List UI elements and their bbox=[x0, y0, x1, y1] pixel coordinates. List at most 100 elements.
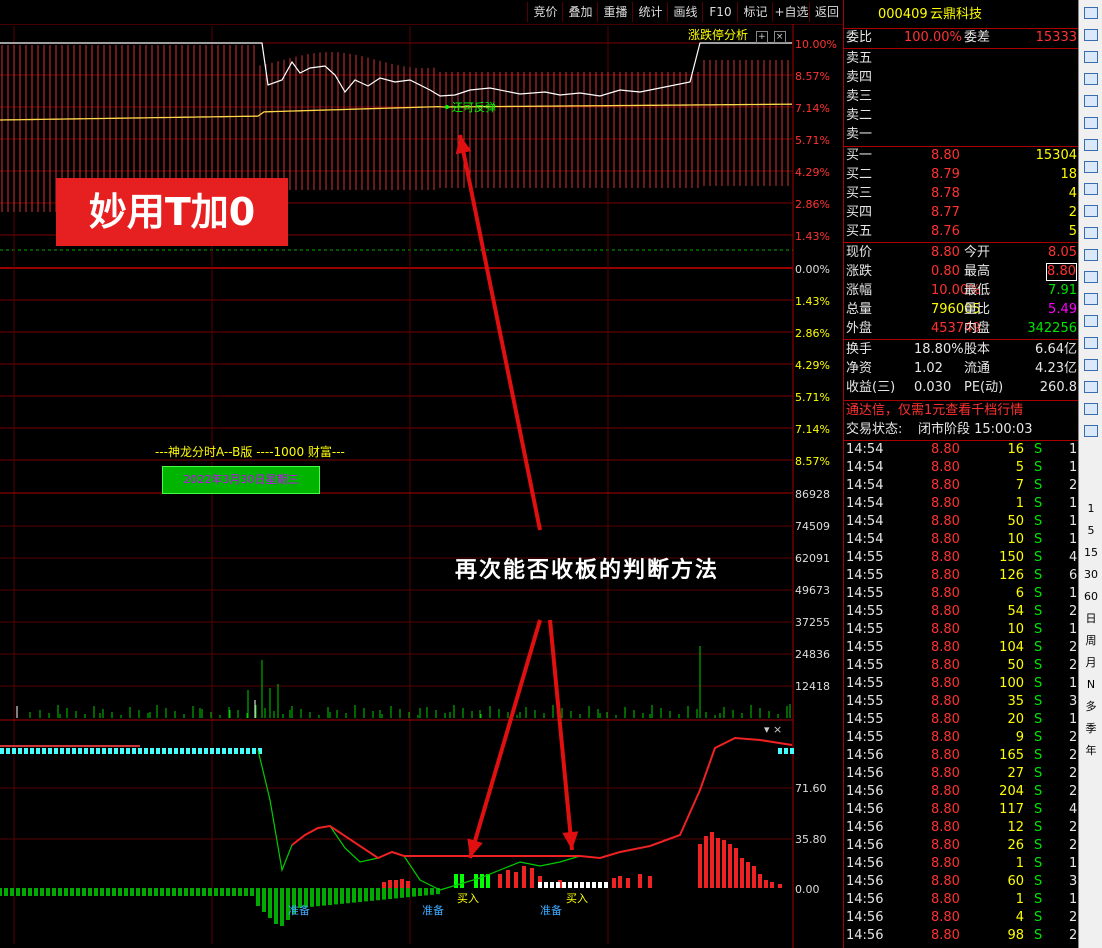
price-axis-label: 5.71% bbox=[795, 391, 830, 404]
indicator-mark bbox=[222, 748, 226, 754]
period-item[interactable]: 周 bbox=[1079, 632, 1102, 650]
tick-count: 3 bbox=[1069, 694, 1078, 709]
finance-icon-glyph bbox=[1084, 161, 1098, 173]
tick-time: 14:56 bbox=[846, 802, 884, 817]
stat-value: 7.91 bbox=[1048, 283, 1077, 298]
indicator-name: ---神龙分时A--B版 ----1000 财富--- bbox=[155, 445, 345, 459]
promo-row[interactable]: 通达信，仅需1元查看千档行情 bbox=[844, 402, 1079, 420]
tick-side: S bbox=[1034, 838, 1043, 853]
tick-price: 8.80 bbox=[931, 892, 960, 907]
tick-row: 14:56 8.80 60 S 3 bbox=[844, 873, 1079, 891]
indicator-mark bbox=[36, 748, 40, 754]
period-item[interactable]: 多 bbox=[1079, 698, 1102, 716]
price-axis-label: 0.00% bbox=[795, 263, 830, 276]
period-item[interactable]: 年 bbox=[1079, 742, 1102, 760]
sell-label: 卖三 bbox=[846, 89, 873, 104]
tick-vol: 126 bbox=[999, 568, 1024, 583]
toolbar-btn-2[interactable]: 重播 bbox=[597, 2, 633, 22]
period-item[interactable]: 5 bbox=[1079, 522, 1102, 540]
tick-price: 8.80 bbox=[931, 838, 960, 853]
f12-icon[interactable] bbox=[1079, 202, 1102, 220]
tick-price: 8.80 bbox=[931, 802, 960, 817]
tick-count: 1 bbox=[1069, 460, 1078, 475]
sell-row: 卖三 bbox=[844, 88, 1079, 106]
period-item[interactable]: 15 bbox=[1079, 544, 1102, 562]
buy-row: 买二 8.79 18 bbox=[844, 166, 1079, 184]
tick-count: 1 bbox=[1069, 514, 1078, 529]
buy-vol: 4 bbox=[1068, 186, 1077, 201]
tick-vol: 20 bbox=[1007, 712, 1024, 727]
close-icon[interactable]: × bbox=[773, 31, 786, 43]
buy-label: 买一 bbox=[846, 148, 873, 163]
tick-price: 8.80 bbox=[931, 604, 960, 619]
period-item[interactable]: 1 bbox=[1079, 500, 1102, 518]
stat-label: 最高 bbox=[964, 264, 991, 279]
intraday-chart: 还可反弹准备 准备买入准备买入 bbox=[0, 24, 794, 948]
tick-price: 8.80 bbox=[931, 874, 960, 889]
period-item[interactable]: N bbox=[1079, 676, 1102, 694]
tick-count: 3 bbox=[1069, 874, 1078, 889]
stat-value: 8.80 bbox=[1046, 263, 1077, 281]
toolbar-btn-5[interactable]: F10 bbox=[702, 2, 738, 22]
toolbar-btn-3[interactable]: 统计 bbox=[632, 2, 668, 22]
period-item[interactable]: 60 bbox=[1079, 588, 1102, 606]
toolbar-btn-4[interactable]: 画线 bbox=[667, 2, 703, 22]
toolbar-btn-8[interactable]: 返回 bbox=[809, 2, 844, 22]
percent-icon[interactable] bbox=[1079, 334, 1102, 352]
chart2-icon[interactable] bbox=[1079, 290, 1102, 308]
up-icon[interactable] bbox=[1079, 26, 1102, 44]
stat2-label: 收益(三) bbox=[846, 380, 896, 395]
tick-side: S bbox=[1034, 442, 1043, 457]
period-item[interactable]: 日 bbox=[1079, 610, 1102, 628]
period-item[interactable]: 月 bbox=[1079, 654, 1102, 672]
back-arrow-icon-glyph bbox=[1084, 7, 1098, 19]
stat-value: 8.80 bbox=[931, 245, 960, 260]
indicator-mark bbox=[72, 748, 76, 754]
tick-side: S bbox=[1034, 874, 1043, 889]
tick-side: S bbox=[1034, 658, 1043, 673]
depth-icon[interactable] bbox=[1079, 224, 1102, 242]
plus-icon[interactable]: + bbox=[755, 31, 768, 43]
pencil-icon[interactable] bbox=[1079, 356, 1102, 374]
refresh-icon[interactable] bbox=[1079, 422, 1102, 440]
tick-count: 4 bbox=[1069, 802, 1078, 817]
down-icon[interactable] bbox=[1079, 48, 1102, 66]
toolbar-btn-1[interactable]: 叠加 bbox=[562, 2, 598, 22]
tick-vol: 1 bbox=[1015, 496, 1024, 511]
toolbar-btn-7[interactable]: +自选 bbox=[772, 2, 810, 22]
toolbar-btn-0[interactable]: 竞价 bbox=[527, 2, 563, 22]
tick-time: 14:55 bbox=[846, 604, 884, 619]
indicator-mark bbox=[168, 748, 172, 754]
toolbar-btn-6[interactable]: 标记 bbox=[737, 2, 773, 22]
fundamentals-icon[interactable] bbox=[1079, 114, 1102, 132]
stat-label: 量比 bbox=[964, 302, 991, 317]
tick-price: 8.80 bbox=[931, 928, 960, 943]
tick-side: S bbox=[1034, 622, 1043, 637]
period-item[interactable]: 季 bbox=[1079, 720, 1102, 738]
grid-icon[interactable] bbox=[1079, 92, 1102, 110]
zdt-analysis-label[interactable]: 涨跌停分析 + × bbox=[688, 26, 786, 43]
indicator-mark bbox=[204, 748, 208, 754]
finance-icon[interactable] bbox=[1079, 158, 1102, 176]
list-icon[interactable] bbox=[1079, 70, 1102, 88]
stat-value: 342256 bbox=[1027, 321, 1077, 336]
volume-axis-label: 12418 bbox=[795, 680, 830, 693]
back-arrow-icon[interactable] bbox=[1079, 4, 1102, 22]
stat2-row: 净资 1.02 流通 4.23亿 bbox=[844, 360, 1079, 378]
chart1-icon[interactable] bbox=[1079, 268, 1102, 286]
tick-row: 14:55 8.80 126 S 6 bbox=[844, 567, 1079, 585]
indicator-mark bbox=[198, 748, 202, 754]
tick-row: 14:55 8.80 100 S 1 bbox=[844, 675, 1079, 693]
buy-row: 买五 8.76 5 bbox=[844, 223, 1079, 241]
f1-icon[interactable] bbox=[1079, 400, 1102, 418]
pane-close-icon[interactable]: ▾ × bbox=[764, 723, 782, 736]
chart3-icon[interactable] bbox=[1079, 312, 1102, 330]
table-icon[interactable] bbox=[1079, 136, 1102, 154]
circle-icon[interactable] bbox=[1079, 246, 1102, 264]
tick-row: 14:55 8.80 54 S 2 bbox=[844, 603, 1079, 621]
tick-count: 1 bbox=[1069, 532, 1078, 547]
screen-icon[interactable] bbox=[1079, 378, 1102, 396]
period-item[interactable]: 30 bbox=[1079, 566, 1102, 584]
tick-vol: 12 bbox=[1007, 820, 1024, 835]
f10-icon[interactable] bbox=[1079, 180, 1102, 198]
